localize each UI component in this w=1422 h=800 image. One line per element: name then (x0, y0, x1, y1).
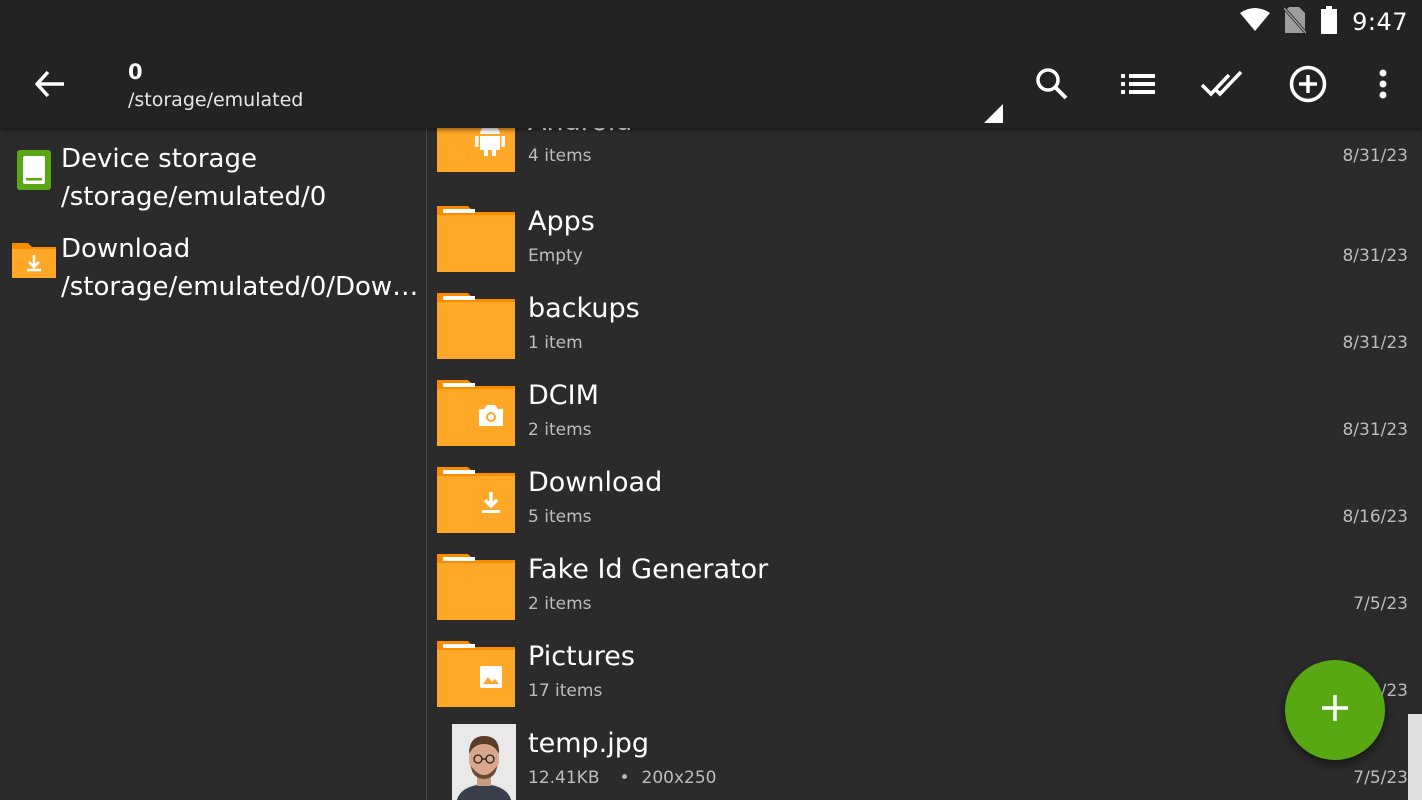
pictures-folder-icon (436, 637, 516, 709)
create-fab-button[interactable] (1285, 660, 1385, 760)
scrollbar-track[interactable] (1408, 128, 1422, 800)
sidebar-item-path: /storage/emulated/0/Download (61, 272, 421, 302)
list-item[interactable]: Fake Id Generator 2 items 7/5/23 (428, 542, 1408, 629)
sidebar-item-title: Download (61, 234, 191, 264)
image-dimensions: 200x250 (641, 768, 717, 788)
status-icons: 9:47 (1240, 6, 1408, 38)
list-item[interactable]: Pictures 17 items 7/5/23 (428, 629, 1408, 716)
arrow-back-icon (34, 70, 66, 102)
back-button[interactable] (22, 64, 78, 108)
list-item[interactable]: DCIM 2 items 8/31/23 (428, 368, 1408, 455)
toolbar: 0 /storage/emulated (0, 44, 1422, 128)
status-bar: 9:47 (0, 0, 1422, 44)
file-meta: 5 items (528, 507, 592, 527)
list-view-button[interactable] (1114, 64, 1162, 108)
separator-dot-icon: • (619, 768, 630, 788)
status-time: 9:47 (1352, 8, 1408, 36)
file-date: 8/31/23 (1342, 146, 1408, 166)
file-meta: 17 items (528, 681, 603, 701)
file-meta: 4 items (528, 146, 592, 166)
list-view-icon (1121, 71, 1155, 101)
image-thumbnail (436, 724, 516, 800)
file-meta: Empty (528, 246, 583, 266)
path-title-block[interactable]: 0 /storage/emulated (128, 58, 303, 114)
file-date: 8/31/23 (1342, 333, 1408, 353)
file-name: Pictures (528, 641, 635, 672)
scrollbar-thumb[interactable] (1408, 714, 1422, 800)
page-subtitle: /storage/emulated (128, 89, 304, 111)
select-all-icon (1200, 69, 1245, 103)
add-button[interactable] (1284, 64, 1332, 108)
page-title: 0 (128, 60, 143, 84)
sidebar-item-path: /storage/emulated/0 (61, 182, 327, 212)
path-dropdown-icon[interactable] (982, 102, 1004, 124)
list-item[interactable]: backups 1 item 8/31/23 (428, 281, 1408, 368)
plus-icon (1321, 694, 1349, 726)
file-name: backups (528, 293, 640, 324)
file-size: 12.41KB (528, 768, 600, 788)
file-name: Download (528, 467, 663, 498)
file-date: 8/16/23 (1342, 507, 1408, 527)
file-meta: 2 items (528, 594, 592, 614)
search-icon (1035, 67, 1069, 105)
folder-icon (436, 202, 516, 274)
device-storage-icon (12, 148, 56, 192)
battery-icon (1320, 6, 1338, 38)
select-all-button[interactable] (1199, 64, 1247, 108)
sidebar: Device storage /storage/emulated/0 Downl… (0, 128, 427, 800)
more-options-button[interactable] (1359, 64, 1407, 108)
download-folder-icon (436, 463, 516, 535)
file-name: Fake Id Generator (528, 554, 769, 585)
camera-folder-icon (436, 376, 516, 448)
list-item[interactable]: Apps Empty 8/31/23 (428, 194, 1408, 281)
file-name: Apps (528, 206, 595, 237)
file-meta: 2 items (528, 420, 592, 440)
add-circle-icon (1289, 65, 1327, 107)
file-name: DCIM (528, 380, 599, 411)
file-list: Android 4 items 8/31/23 Apps Empty 8/31/… (428, 128, 1408, 800)
file-date: 7/5/23 (1353, 768, 1408, 788)
list-item[interactable]: Android 4 items 8/31/23 (428, 128, 1408, 181)
file-date: 8/31/23 (1342, 420, 1408, 440)
file-date: 7/5/23 (1353, 594, 1408, 614)
sidebar-item-download[interactable]: Download /storage/emulated/0/Download (0, 222, 427, 306)
file-name: temp.jpg (528, 728, 649, 759)
sidebar-item-device-storage[interactable]: Device storage /storage/emulated/0 (0, 132, 427, 216)
wifi-icon (1240, 8, 1271, 36)
file-date: 8/31/23 (1342, 246, 1408, 266)
sidebar-item-title: Device storage (61, 144, 257, 174)
file-meta: 1 item (528, 333, 583, 353)
folder-icon (436, 550, 516, 622)
list-item[interactable]: temp.jpg 12.41KB • 200x250 7/5/23 (428, 716, 1408, 800)
search-button[interactable] (1028, 64, 1076, 108)
more-vert-icon (1379, 69, 1387, 103)
download-folder-icon (12, 240, 56, 284)
folder-icon (436, 289, 516, 361)
file-name: Android (528, 128, 632, 140)
list-item[interactable]: Download 5 items 8/16/23 (428, 455, 1408, 542)
android-folder-icon (436, 128, 516, 174)
no-sim-icon (1282, 6, 1308, 38)
